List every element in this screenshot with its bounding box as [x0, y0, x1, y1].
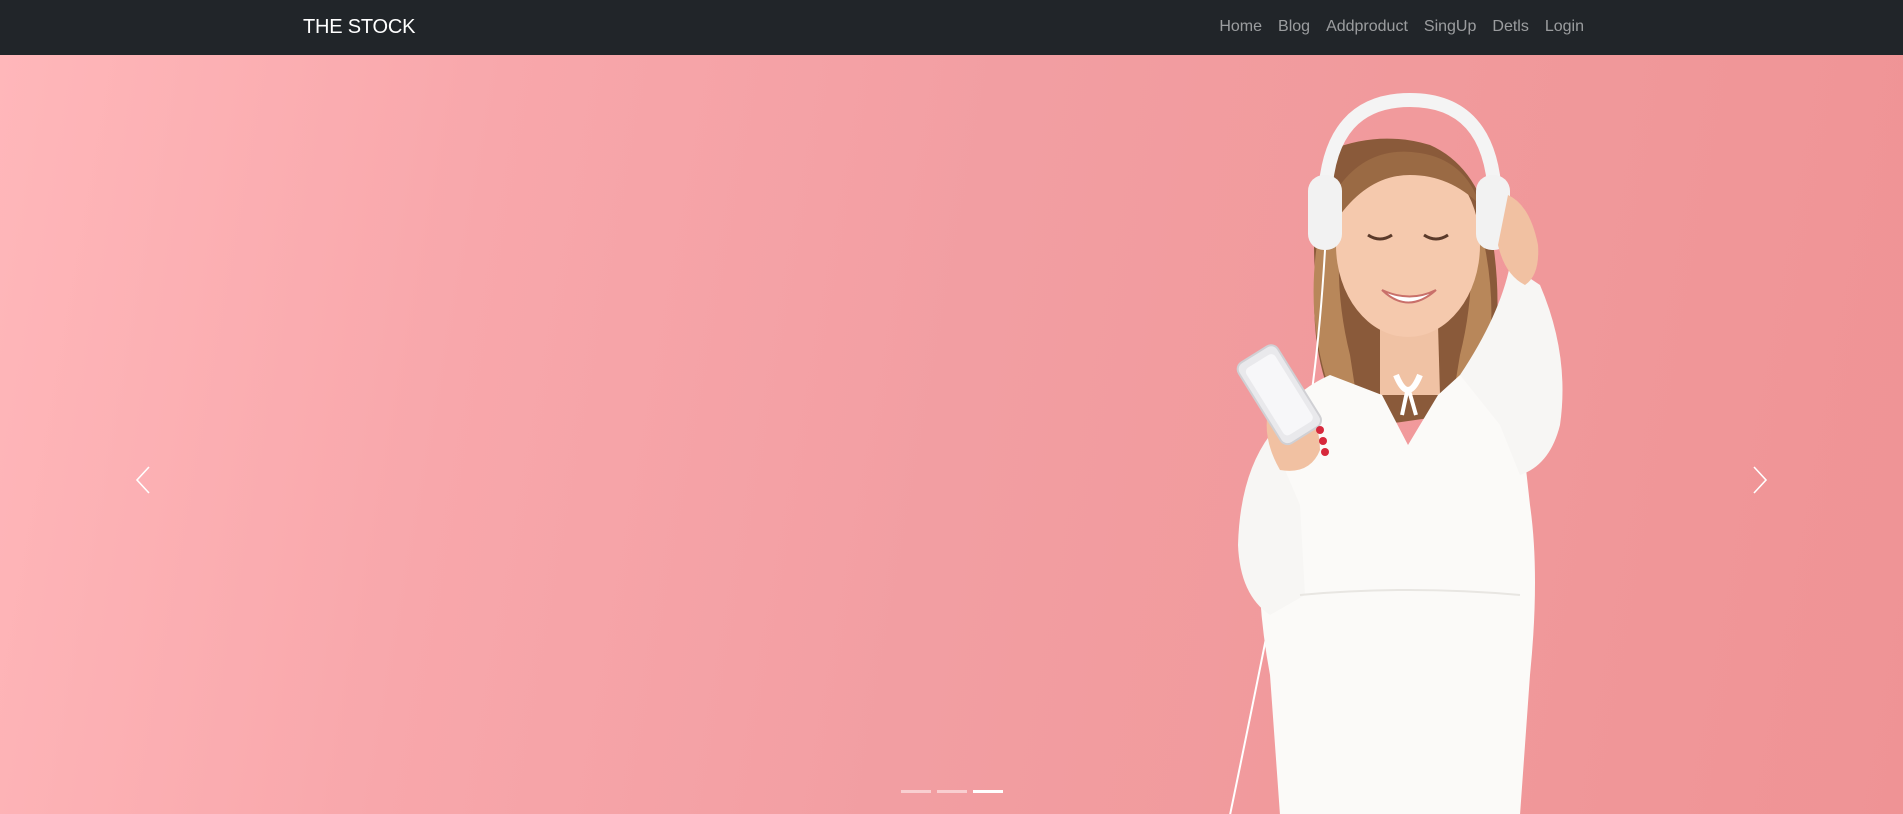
nav-link-login[interactable]: Login [1537, 16, 1592, 38]
nav-link-signup[interactable]: SingUp [1416, 16, 1484, 38]
chevron-right-icon [1753, 466, 1768, 494]
hero-carousel [0, 55, 1903, 814]
nav-link-details[interactable]: Detls [1484, 16, 1536, 38]
hero-image [1229, 92, 1563, 814]
carousel-indicator-2[interactable] [936, 790, 967, 793]
carousel-indicator-1[interactable] [900, 790, 931, 793]
chevron-left-icon [135, 466, 150, 494]
nav-link-addproduct[interactable]: Addproduct [1318, 16, 1416, 38]
nav-link-blog[interactable]: Blog [1270, 16, 1318, 38]
nav-links: Home Blog Addproduct SingUp Detls Login [1211, 16, 1592, 38]
carousel-indicator-3[interactable] [972, 790, 1003, 793]
carousel-prev-button[interactable] [123, 450, 163, 510]
navbar: THE STOCK Home Blog Addproduct SingUp De… [0, 0, 1903, 55]
carousel-next-button[interactable] [1740, 450, 1780, 510]
brand-logo[interactable]: THE STOCK [303, 15, 415, 40]
nav-link-home[interactable]: Home [1211, 16, 1270, 38]
carousel-indicators [0, 790, 1903, 795]
